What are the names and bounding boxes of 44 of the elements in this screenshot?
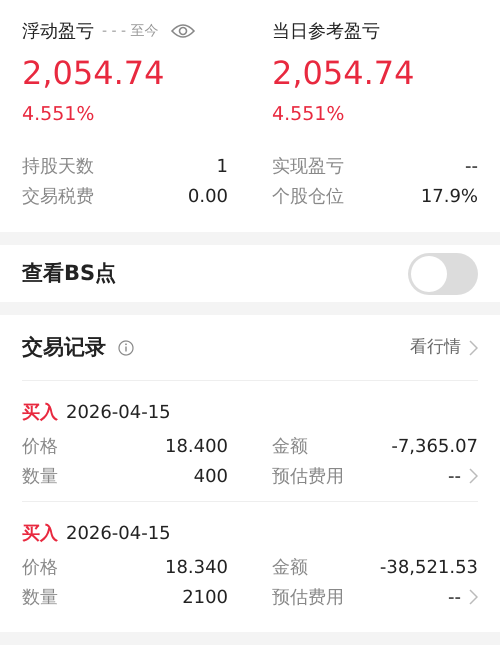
period-label: - - - 至今 — [102, 22, 159, 40]
stat-value: 1 — [216, 154, 228, 179]
field-value: 18.340 — [165, 556, 228, 580]
field-value: 18.400 — [165, 434, 228, 458]
eye-icon[interactable] — [170, 23, 195, 39]
chevron-icon — [469, 468, 478, 484]
market-link[interactable]: 看行情 — [410, 334, 478, 360]
summary-label: 当日参考盈亏 — [272, 20, 380, 44]
trade-date: 2026-04-15 — [66, 400, 171, 424]
stat-label: 实现盈亏 — [272, 154, 344, 179]
field-label: 数量 — [22, 464, 58, 488]
field-value: 400 — [194, 464, 228, 488]
field-label: 数量 — [22, 586, 58, 610]
trade-side: 买入 — [22, 400, 58, 424]
profit-value: 2,054.74 — [272, 54, 416, 92]
field-label: 预估费用 — [272, 586, 344, 610]
stat-label: 交易税费 — [22, 184, 94, 209]
fee-link[interactable]: -- — [448, 584, 478, 610]
stat-value: 17.9% — [420, 184, 478, 209]
field-value: -7,365.07 — [391, 434, 478, 458]
profit-percent: 4.551% — [22, 102, 96, 128]
fee-link[interactable]: -- — [448, 462, 478, 490]
field-label: 预估费用 — [272, 464, 344, 488]
field-label: 金额 — [272, 556, 308, 580]
stat-value: -- — [465, 154, 478, 179]
stat-label: 持股天数 — [22, 154, 94, 179]
chevron-icon — [469, 589, 478, 605]
profit-percent: 4.551% — [272, 102, 346, 128]
profit-value: 2,054.74 — [22, 54, 166, 92]
trade-date: 2026-04-15 — [66, 522, 171, 546]
field-label: 价格 — [22, 434, 58, 458]
info-icon[interactable] — [118, 340, 134, 356]
stat-value: 0.00 — [188, 184, 228, 209]
field-value: 2100 — [182, 586, 228, 610]
stat-label: 个股仓位 — [272, 184, 344, 209]
field-label: 金额 — [272, 434, 308, 458]
field-label: 价格 — [22, 556, 58, 580]
chevron-icon — [469, 340, 478, 356]
summary-label: 浮动盈亏 — [22, 20, 94, 44]
section-title: 交易记录 — [22, 334, 106, 361]
trade-side: 买入 — [22, 522, 58, 546]
toggle-switch[interactable] — [408, 252, 478, 294]
toggle-label: 查看BS点 — [22, 260, 116, 287]
field-value: -38,521.53 — [380, 556, 478, 580]
